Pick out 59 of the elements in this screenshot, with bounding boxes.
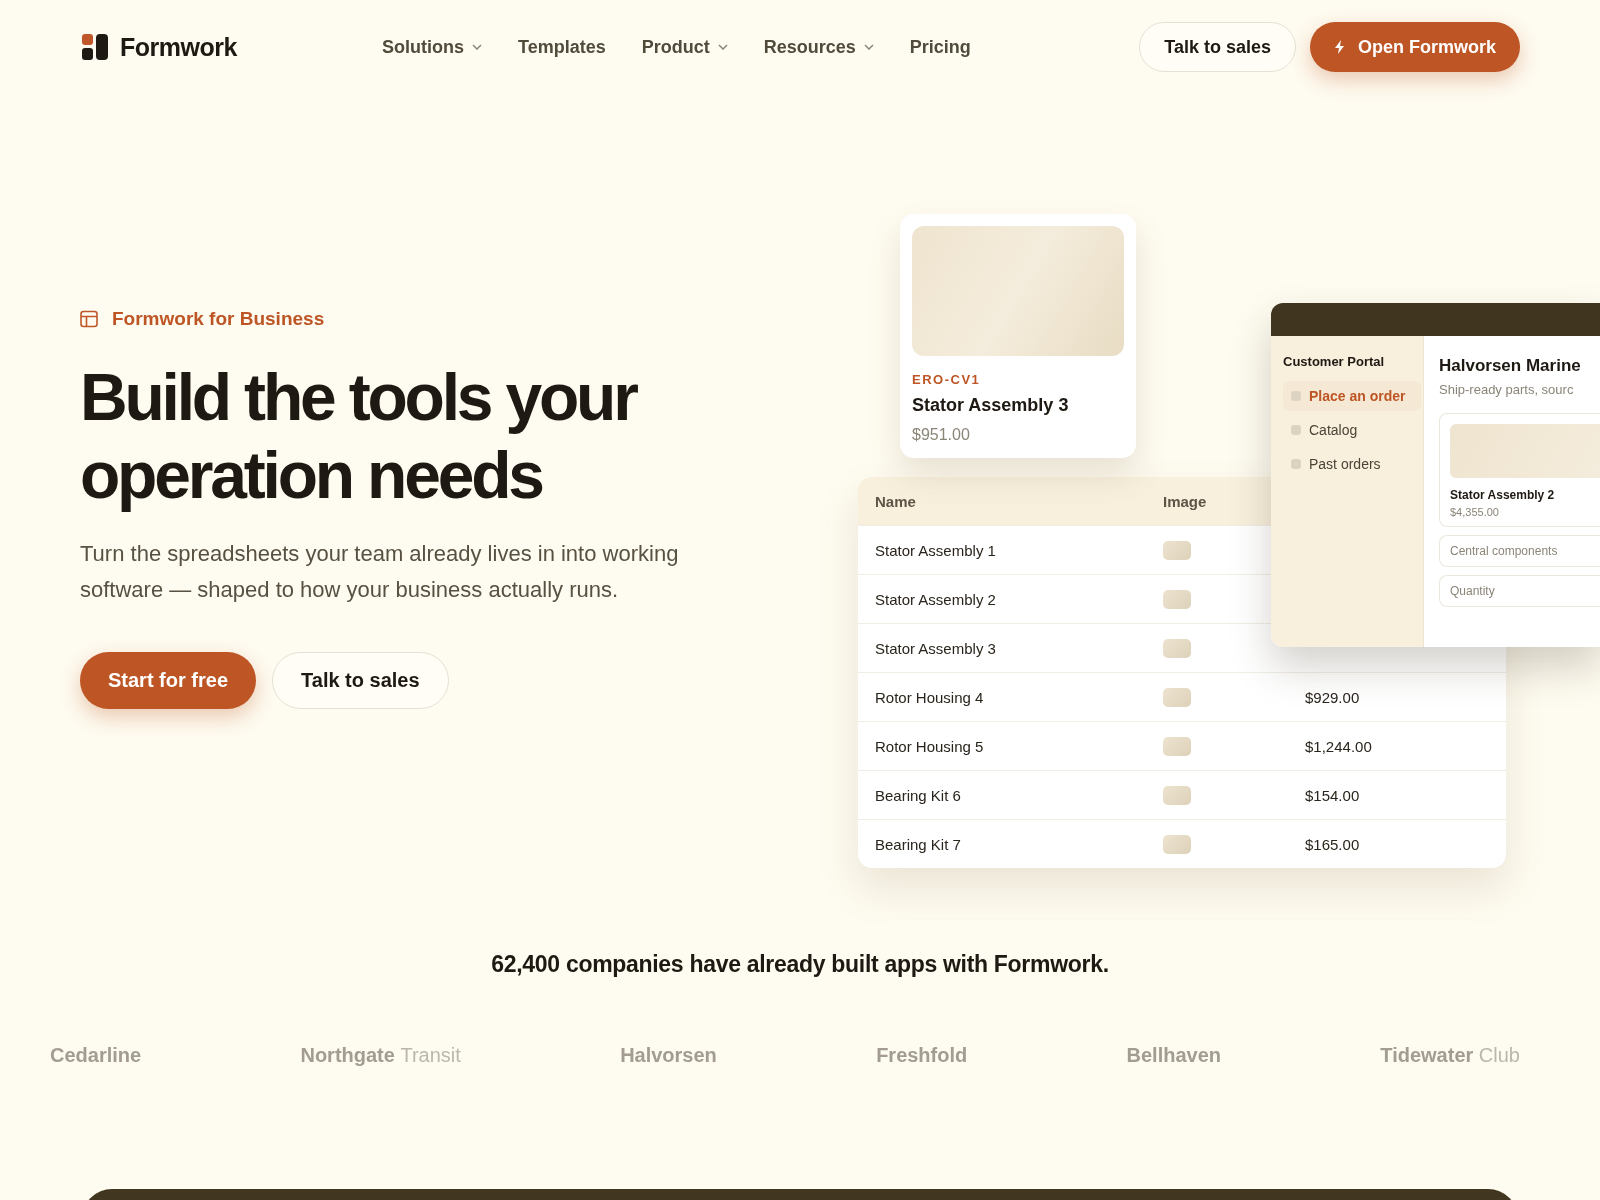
company-logo: Cedarline <box>50 1044 142 1067</box>
sidebar-item[interactable]: Catalog <box>1283 415 1421 445</box>
table-cell-text: Bearing Kit 6 <box>875 786 962 804</box>
sidebar-item-label: Past orders <box>1309 456 1381 472</box>
start-button[interactable]: Start for free <box>80 652 257 709</box>
column-header: Name <box>875 492 917 510</box>
nav-link[interactable]: Resources <box>763 36 874 58</box>
portal-title: Customer Portal <box>1283 354 1386 369</box>
image-placeholder <box>1163 736 1191 756</box>
table-cell-text: $165.00 <box>1305 835 1361 853</box>
brand-name[interactable]: Formwork <box>120 32 237 62</box>
nav-link[interactable]: Product <box>641 36 728 58</box>
table-cell-text: $154.00 <box>1305 786 1361 804</box>
nav-link[interactable]: Pricing <box>909 36 971 58</box>
company-logo: Northgate Transit <box>300 1044 461 1067</box>
product-name: Stator Assembly 2 <box>1450 488 1556 502</box>
product-name: Stator Assembly 3 <box>912 395 1070 416</box>
table-cell-text: Stator Assembly 2 <box>875 590 997 608</box>
layout-icon <box>80 310 98 328</box>
company-logo: Tidewater Club <box>1380 1044 1520 1067</box>
company-logo: Freshfold <box>876 1044 968 1067</box>
nav-link[interactable]: Templates <box>518 36 606 58</box>
input-field[interactable]: Central components <box>1439 535 1600 567</box>
product-price: $4,355.00 <box>1450 506 1500 518</box>
table-cell-text: $1,244.00 <box>1305 737 1373 755</box>
hero-headline: Build the tools your operation needs <box>80 359 638 514</box>
product-sku: ERO-CV1 <box>912 372 982 387</box>
talk-to-sales-button[interactable]: Talk to sales <box>1139 22 1296 72</box>
image-placeholder <box>1163 589 1191 609</box>
table-cell-text: Bearing Kit 7 <box>875 835 962 853</box>
lightning-icon <box>1334 40 1346 54</box>
open-app-button[interactable]: Open Formwork <box>1310 22 1520 72</box>
sidebar-item-label: Place an order <box>1309 388 1406 404</box>
table-cell-text: Rotor Housing 4 <box>875 688 985 706</box>
portal-heading: Halvorsen Marine <box>1439 356 1582 376</box>
image-placeholder <box>1163 540 1191 560</box>
image-placeholder <box>1163 687 1191 707</box>
company-logo: Halvorsen <box>620 1044 717 1067</box>
table-cell-text: Rotor Housing 5 <box>875 737 985 755</box>
sidebar-item-label: Catalog <box>1309 422 1358 438</box>
image-placeholder <box>1163 834 1191 854</box>
sidebar-item[interactable]: Past orders <box>1283 449 1421 479</box>
talk-to-sales-button[interactable]: Talk to sales <box>272 652 449 709</box>
company-logo: Bellhaven <box>1126 1044 1221 1067</box>
image-placeholder <box>1163 638 1191 658</box>
eyebrow-text: Formwork for Business <box>112 308 325 330</box>
table-cell-text: Stator Assembly 1 <box>875 541 997 559</box>
image-placeholder <box>1163 785 1191 805</box>
table-cell-text: $929.00 <box>1305 688 1361 706</box>
input-field[interactable]: Quantity <box>1439 575 1600 607</box>
logo-icon <box>82 34 108 60</box>
column-header: Image <box>1163 492 1208 510</box>
sidebar-item[interactable]: Place an order <box>1283 381 1421 411</box>
portal-subtitle: Ship-ready parts, sourc <box>1439 382 1575 397</box>
social-proof-text: 62,400 companies have already built apps with Formwork. <box>490 951 1110 978</box>
nav-link[interactable]: Solutions <box>382 36 482 58</box>
hero-description: Turn the spreadsheets your team already lives in into working software — shaped to how your business actually runs. <box>80 540 680 604</box>
product-price: $951.00 <box>912 426 971 444</box>
table-cell-text: Stator Assembly 3 <box>875 639 997 657</box>
